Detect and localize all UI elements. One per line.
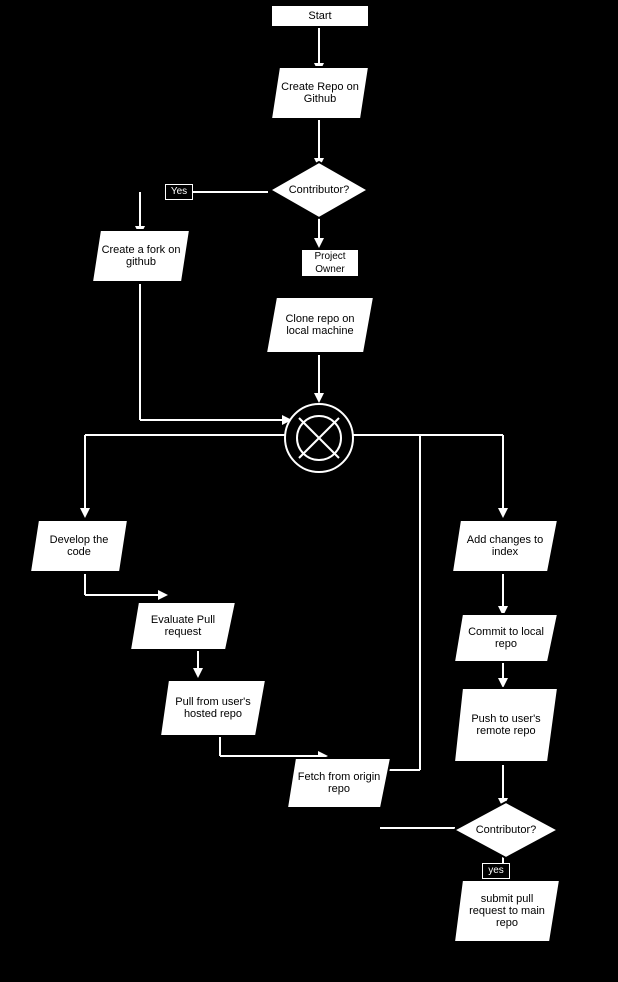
yes-label-2: yes (482, 863, 510, 879)
submit-pr-node: submit pull request to main repo (452, 878, 562, 944)
start-node: Start (270, 4, 370, 28)
junction-circle (284, 403, 354, 473)
pull-from-node: Pull from user's hosted repo (158, 678, 268, 738)
contributor-diamond-2: Contributor? (452, 800, 560, 860)
evaluate-pr-node: Evaluate Pull request (128, 600, 238, 652)
diagram-container: Start Create Repo on Github Contributor?… (0, 0, 618, 982)
develop-node: Develop the code (28, 518, 130, 574)
fetch-from-node: Fetch from origin repo (285, 756, 393, 810)
push-to-node: Push to user's remote repo (452, 686, 560, 764)
commit-node: Commit to local repo (452, 612, 560, 664)
fork-node: Create a fork on github (90, 228, 192, 284)
clone-repo-node: Clone repo on local machine (264, 295, 376, 355)
create-repo-node: Create Repo on Github (269, 65, 371, 121)
project-owner-label: Project Owner (300, 248, 360, 278)
yes-label-1: Yes (165, 184, 193, 200)
add-changes-node: Add changes to index (450, 518, 560, 574)
contributor-diamond-1: Contributor? (268, 160, 370, 220)
